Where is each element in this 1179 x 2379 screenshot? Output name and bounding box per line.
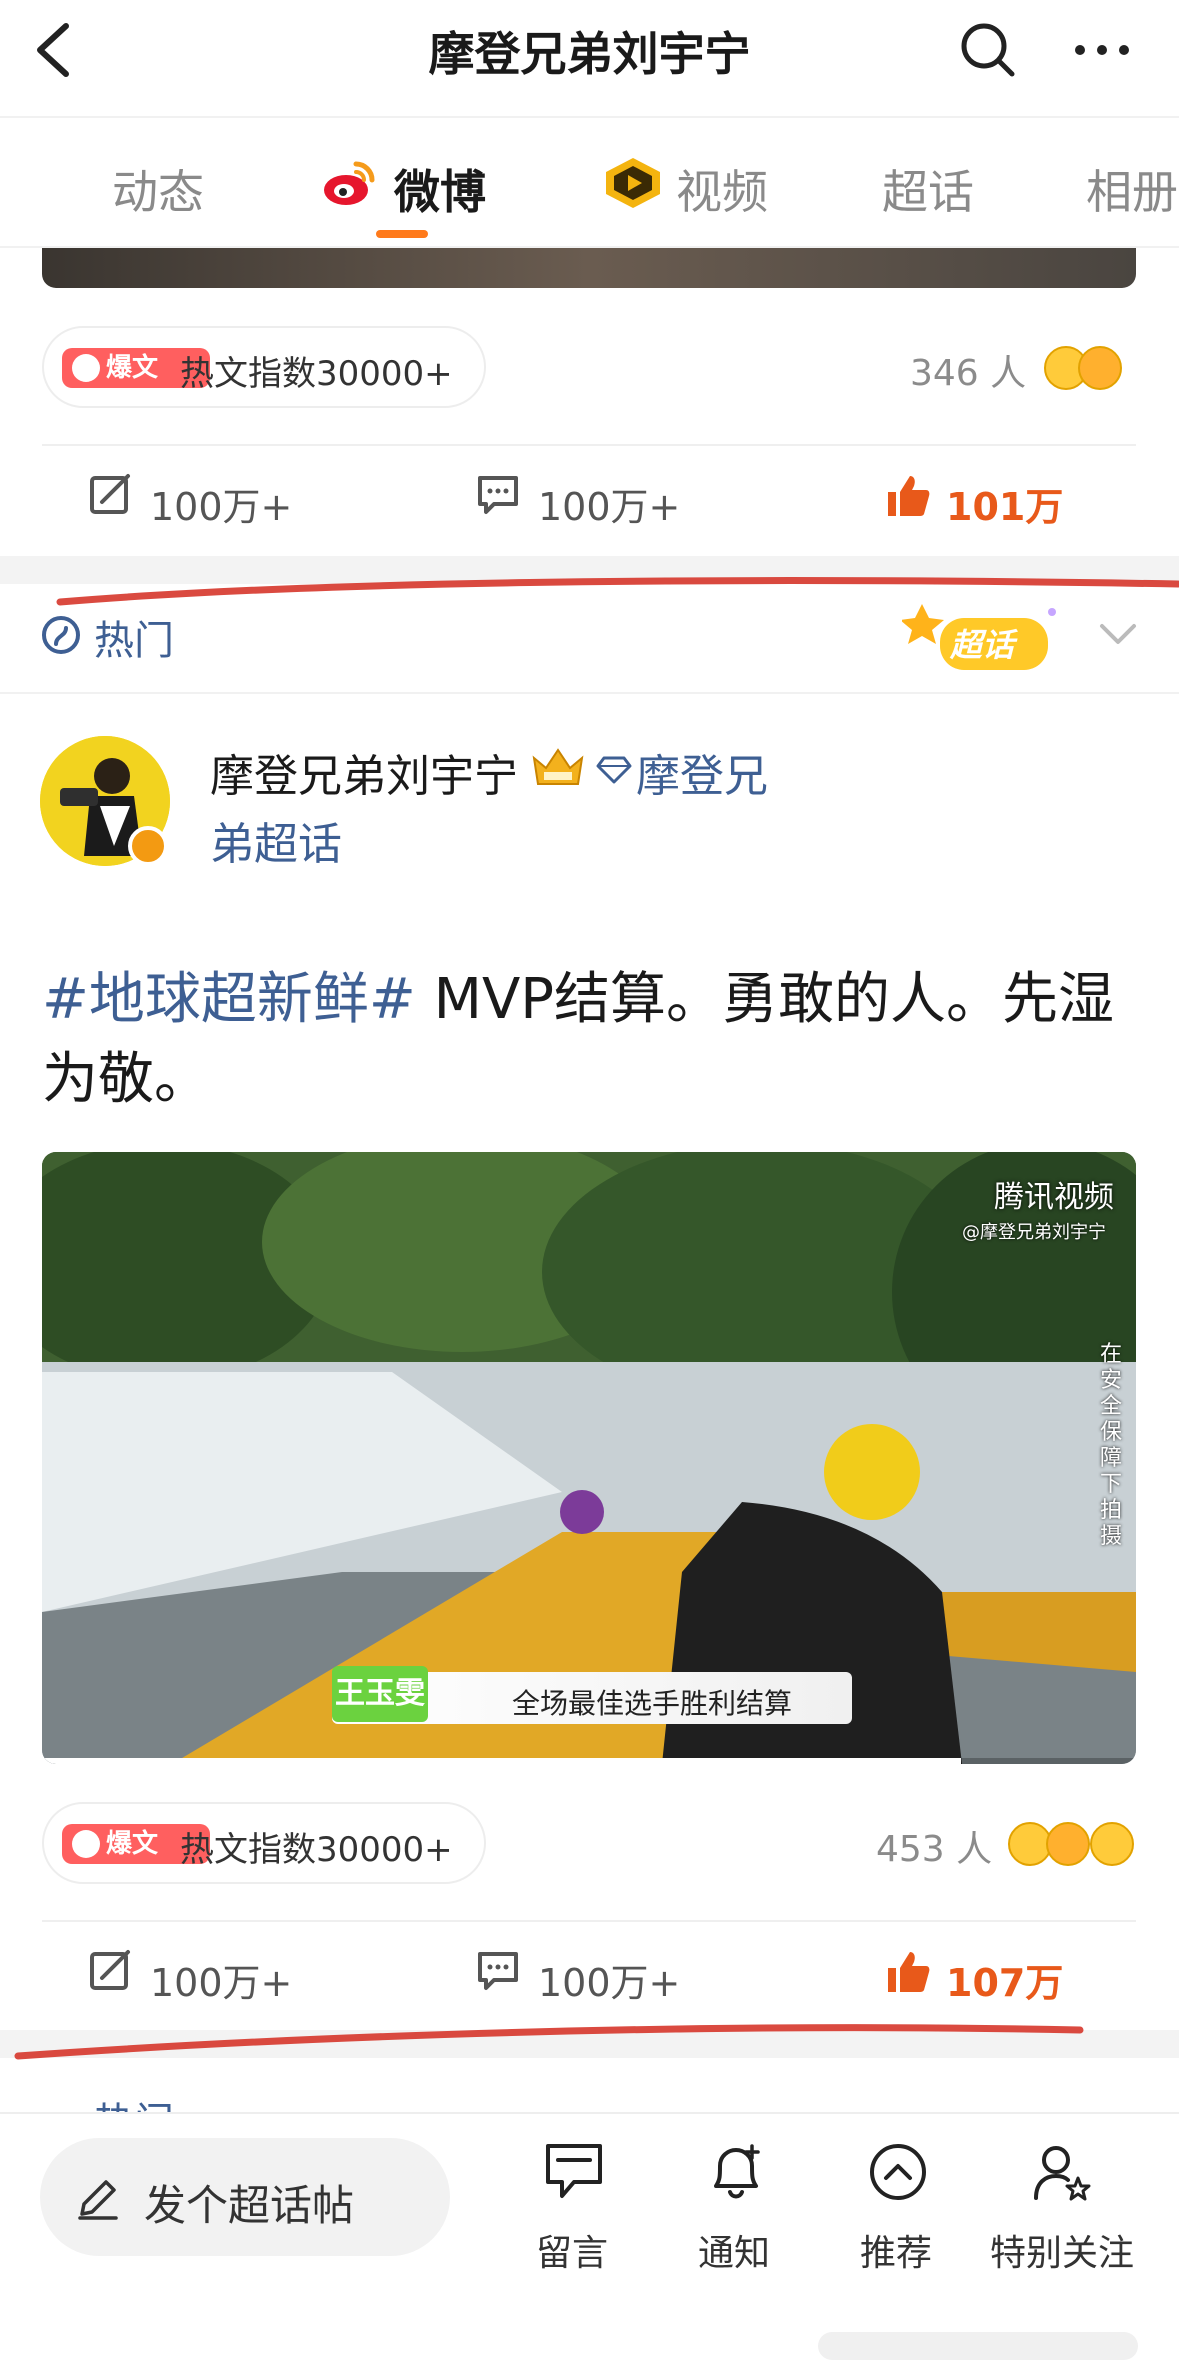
reaction-count: 346 人 [910, 353, 1027, 394]
message-button[interactable]: 留言 [502, 2134, 642, 2274]
comment-button[interactable]: 100万+ [476, 1948, 680, 2005]
repost-count: 100万+ [150, 1961, 293, 2005]
supertopic-link[interactable]: 摩登兄 [636, 740, 768, 804]
repost-icon [90, 1950, 130, 1990]
heart-kiss-emoji-icon [1078, 346, 1122, 390]
supertopic-sticker-icon[interactable]: 超话 [902, 596, 1078, 680]
comment-icon [478, 476, 518, 514]
video-safety-note: 在安全保障下拍摄 [1100, 1342, 1123, 1549]
tab-album[interactable]: 相册 [1086, 156, 1178, 219]
video-player[interactable]: 腾讯视频 @摩登兄弟刘宇宁 在安全保障下拍摄 王玉雯 全场最佳选手胜利结算 [42, 1152, 1136, 1764]
thumbs-up-icon [888, 1952, 930, 1992]
video-watermark-handle: @摩登兄弟刘宇宁 [962, 1222, 1106, 1243]
crown-badge-icon [532, 748, 584, 785]
supertopic-sticker-label: 超话 [949, 626, 1018, 664]
hot-label: 热门 [94, 618, 174, 664]
video-name-tag: 王玉雯 [332, 1666, 428, 1722]
bell-icon [714, 2144, 760, 2199]
tab-dynamics[interactable]: 动态 [112, 156, 204, 219]
special-follow-button[interactable]: 特别关注 [990, 2134, 1135, 2274]
comment-count: 100万+ [538, 1961, 681, 2005]
special-follow-label: 特别关注 [990, 2233, 1135, 2274]
comment-button[interactable]: 100万+ [476, 472, 680, 529]
recommend-icon [870, 2144, 926, 2200]
message-label: 留言 [535, 2233, 608, 2274]
post-text: #地球超新鲜# MVP结算。勇敢的人。先湿为敬。 [42, 960, 1142, 1120]
video-subtitle: 全场最佳选手胜利结算 [512, 1687, 793, 1720]
hashtag-link[interactable]: #地球超新鲜# [42, 967, 416, 1032]
hot-index-pill[interactable]: 爆文 热文指数30000+ [42, 1802, 486, 1884]
supertopic-link-continued[interactable]: 弟超话 [210, 808, 342, 872]
hot-index-text: 热文指数30000+ [180, 354, 453, 394]
chevron-down-icon[interactable] [1096, 616, 1140, 652]
repost-button[interactable]: 100万+ [88, 1948, 292, 2005]
notification-button[interactable]: 通知 [664, 2134, 804, 2274]
hot-badge-label: 爆文 [106, 1829, 159, 1859]
hot-index-text: 热文指数30000+ [180, 1830, 453, 1870]
profile-tabs: 动态 微博 视频 超话 相册 [0, 116, 1179, 248]
pencil-icon [78, 2180, 118, 2220]
active-tab-indicator [376, 230, 428, 238]
thumbs-up-icon [888, 476, 930, 516]
comment-icon [478, 1952, 518, 1990]
hot-index-pill[interactable]: 爆文 热文指数30000+ [42, 326, 486, 408]
heart-kiss-emoji-icon [1046, 1822, 1090, 1866]
top-bar: 摩登兄弟刘宇宁 [0, 0, 1179, 116]
recommend-label: 推荐 [859, 2233, 932, 2274]
message-icon [546, 2144, 602, 2198]
repost-count: 100万+ [150, 485, 293, 529]
video-tab-icon [606, 158, 660, 208]
weibo-logo-icon [324, 161, 375, 205]
reaction-count: 453 人 [876, 1829, 993, 1870]
more-options-icon[interactable] [1072, 28, 1132, 72]
flame-icon [72, 1830, 100, 1858]
special-follow-icon [1034, 2146, 1091, 2201]
recommend-button[interactable]: 推荐 [826, 2134, 966, 2274]
verified-badge-icon [128, 826, 168, 866]
video-watermark: 腾讯视频 [994, 1180, 1114, 1215]
compose-post-button[interactable]: 发个超话帖 [40, 2138, 450, 2256]
like-count: 101万 [946, 485, 1064, 529]
hot-section-header: 热门 超话 [0, 586, 1179, 694]
notification-label: 通知 [697, 2233, 770, 2274]
video-progress-bar[interactable] [42, 1758, 961, 1764]
hot-badge-label: 爆文 [106, 353, 159, 383]
like-count: 107万 [946, 1961, 1064, 2005]
repost-button[interactable]: 100万+ [88, 472, 292, 529]
post-action-row: 100万+ 100万+ 101万 [42, 444, 1136, 552]
diamond-icon [596, 756, 632, 784]
hot-icon [42, 616, 80, 654]
red-underline-annotation [14, 2024, 1084, 2060]
home-indicator [818, 2332, 1138, 2360]
author-name[interactable]: 摩登兄弟刘宇宁 [210, 740, 518, 804]
flame-icon [72, 354, 100, 382]
surprised-emoji-icon [1090, 1822, 1134, 1866]
like-button[interactable]: 107万 [884, 1948, 1063, 2005]
tab-supertopic[interactable]: 超话 [882, 156, 974, 219]
search-icon[interactable] [958, 20, 1018, 80]
compose-label: 发个超话帖 [144, 2181, 355, 2230]
comment-count: 100万+ [538, 485, 681, 529]
tab-weibo[interactable]: 微博 [394, 156, 486, 219]
like-button[interactable]: 101万 [884, 472, 1063, 529]
tab-video[interactable]: 视频 [676, 156, 768, 219]
repost-icon [90, 474, 130, 514]
previous-video-thumbnail[interactable] [42, 248, 1136, 288]
